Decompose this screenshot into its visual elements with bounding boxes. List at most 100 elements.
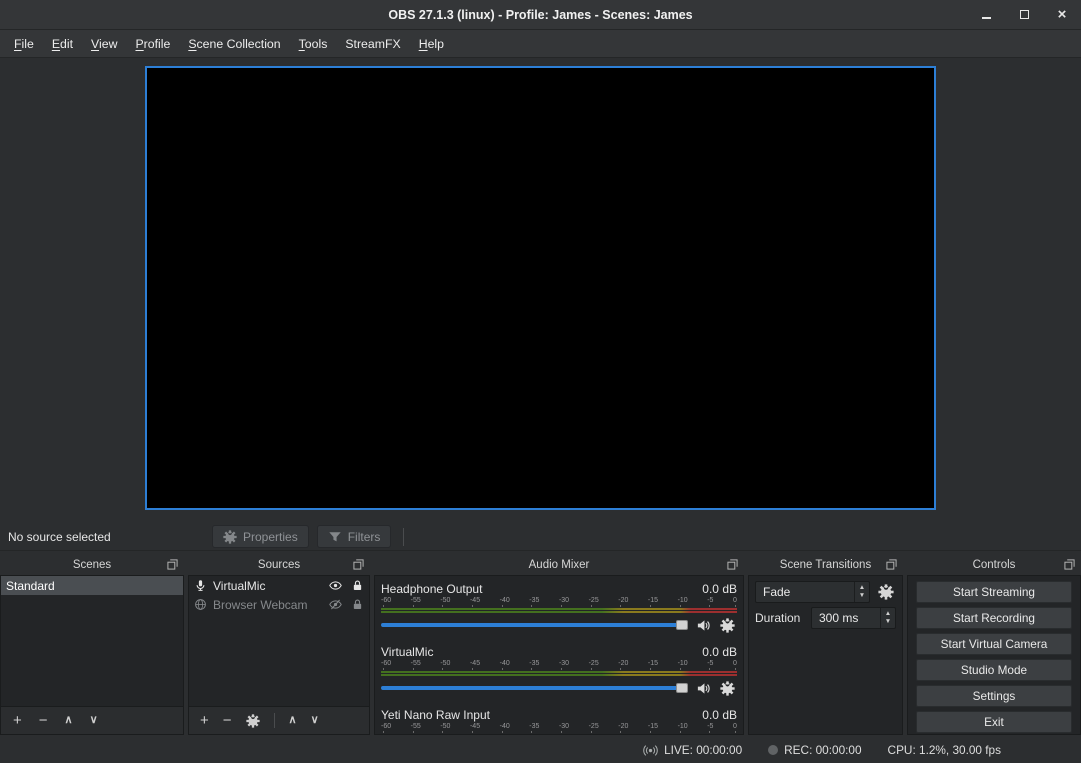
scale-tick: 0	[733, 723, 737, 733]
volume-slider[interactable]	[381, 686, 687, 690]
scale-tick: -25	[589, 597, 599, 607]
eye-icon[interactable]	[329, 579, 342, 592]
maximize-button[interactable]	[1017, 8, 1031, 22]
filters-button[interactable]: Filters	[317, 525, 392, 548]
scale-tick: -5	[707, 597, 713, 607]
properties-button[interactable]: Properties	[212, 525, 309, 548]
menu-streamfx[interactable]: StreamFX	[336, 33, 409, 55]
source-status-label: No source selected	[8, 530, 204, 544]
audio-mixer-body: Headphone Output 0.0 dB -60-55-50-45-40-…	[374, 575, 744, 735]
menu-scene-collection[interactable]: Scene Collection	[179, 33, 289, 55]
studio-mode-button[interactable]: Studio Mode	[916, 659, 1072, 681]
menu-tools[interactable]: Tools	[290, 33, 337, 55]
chevron-up-icon: ▲	[859, 584, 865, 592]
scale-tick: -20	[618, 660, 628, 670]
move-source-up-button[interactable]: ∧	[289, 715, 297, 726]
live-time: LIVE: 00:00:00	[664, 743, 742, 757]
scale-tick: -10	[678, 660, 688, 670]
scale-tick: -45	[470, 660, 480, 670]
volume-row	[381, 615, 737, 635]
chevron-down-icon: ▼	[885, 618, 891, 626]
remove-scene-button[interactable]: −	[39, 713, 48, 728]
move-scene-up-button[interactable]: ∧	[65, 715, 73, 726]
volume-meter	[381, 734, 737, 735]
scale-tick: -35	[529, 723, 539, 733]
channel-name: Yeti Nano Raw Input	[381, 708, 490, 722]
source-properties-button[interactable]	[246, 714, 260, 728]
scale-tick: -60	[381, 660, 391, 670]
popout-icon[interactable]	[167, 559, 178, 570]
start-recording-button[interactable]: Start Recording	[916, 607, 1072, 629]
minimize-button[interactable]	[979, 8, 993, 22]
channel-level: 0.0 dB	[702, 582, 737, 596]
menubar: File Edit View Profile Scene Collection …	[0, 30, 1081, 58]
popout-icon[interactable]	[727, 559, 738, 570]
toolbar-separator	[274, 713, 275, 728]
menu-profile[interactable]: Profile	[126, 33, 179, 55]
volume-slider-handle[interactable]	[676, 620, 688, 630]
popout-icon[interactable]	[353, 559, 364, 570]
lock-icon[interactable]	[351, 598, 364, 611]
preview-region	[0, 58, 1081, 523]
source-item-browser-webcam[interactable]: Browser Webcam	[189, 595, 369, 614]
scenes-list: Standard	[0, 575, 184, 707]
menu-help[interactable]: Help	[410, 33, 453, 55]
scale-tick: -10	[678, 723, 688, 733]
menu-edit[interactable]: Edit	[43, 33, 82, 55]
scale-tick: -50	[440, 597, 450, 607]
exit-button[interactable]: Exit	[916, 711, 1072, 733]
start-streaming-button[interactable]: Start Streaming	[916, 581, 1072, 603]
combo-arrows[interactable]: ▲ ▼	[854, 582, 869, 602]
channel-header: VirtualMic 0.0 dB	[381, 644, 737, 659]
scale-tick: 0	[733, 660, 737, 670]
scenes-toolbar: + − ∧ ∨	[0, 707, 184, 735]
scale-tick: -40	[500, 660, 510, 670]
channel-header: Headphone Output 0.0 dB	[381, 581, 737, 596]
rec-time: REC: 00:00:00	[784, 743, 861, 757]
speaker-icon[interactable]	[696, 681, 711, 696]
lock-icon[interactable]	[351, 579, 364, 592]
audio-mixer-dock-header: Audio Mixer	[374, 555, 744, 575]
menu-view[interactable]: View	[82, 33, 126, 55]
source-item-virtualmic[interactable]: VirtualMic	[189, 576, 369, 595]
scale-tick: -35	[529, 597, 539, 607]
move-source-down-button[interactable]: ∨	[311, 715, 319, 726]
transition-properties-button[interactable]	[876, 581, 896, 603]
move-scene-down-button[interactable]: ∨	[90, 715, 98, 726]
popout-icon[interactable]	[886, 559, 897, 570]
source-row-icons	[329, 579, 364, 592]
popout-icon[interactable]	[1064, 559, 1075, 570]
scale-tick: -30	[559, 597, 569, 607]
chevron-up-icon: ▲	[885, 610, 891, 618]
titlebar: OBS 27.1.3 (linux) - Profile: James - Sc…	[0, 0, 1081, 30]
preview-canvas[interactable]	[145, 66, 936, 510]
scale-tick: -5	[707, 660, 713, 670]
volume-slider[interactable]	[381, 623, 687, 627]
gear-icon[interactable]	[720, 681, 735, 696]
remove-source-button[interactable]: −	[223, 713, 232, 728]
scale-tick: -15	[648, 723, 658, 733]
settings-button[interactable]: Settings	[916, 685, 1072, 707]
spinbox-arrows[interactable]: ▲ ▼	[880, 608, 895, 628]
window-controls: ×	[979, 0, 1069, 29]
scene-transitions-dock-header: Scene Transitions	[748, 555, 903, 575]
transition-select[interactable]: Fade ▲ ▼	[755, 581, 870, 603]
duration-input[interactable]: 300 ms ▲ ▼	[811, 607, 896, 629]
add-source-button[interactable]: +	[200, 713, 209, 728]
volume-slider-handle[interactable]	[676, 683, 688, 693]
close-button[interactable]: ×	[1055, 8, 1069, 22]
scene-item-standard[interactable]: Standard	[1, 576, 183, 595]
gear-icon[interactable]	[720, 618, 735, 633]
start-virtual-camera-button[interactable]: Start Virtual Camera	[916, 633, 1072, 655]
menu-file[interactable]: File	[5, 33, 43, 55]
gear-icon	[246, 714, 260, 728]
microphone-icon	[194, 579, 207, 592]
mixer-channel-virtualmic: VirtualMic 0.0 dB -60-55-50-45-40-35-30-…	[381, 644, 737, 698]
duration-label: Duration	[755, 611, 805, 625]
add-scene-button[interactable]: +	[13, 713, 22, 728]
scale-tick: -40	[500, 597, 510, 607]
eye-slash-icon[interactable]	[329, 598, 342, 611]
scale-tick: -20	[618, 723, 628, 733]
speaker-icon[interactable]	[696, 618, 711, 633]
gear-icon	[223, 530, 237, 544]
